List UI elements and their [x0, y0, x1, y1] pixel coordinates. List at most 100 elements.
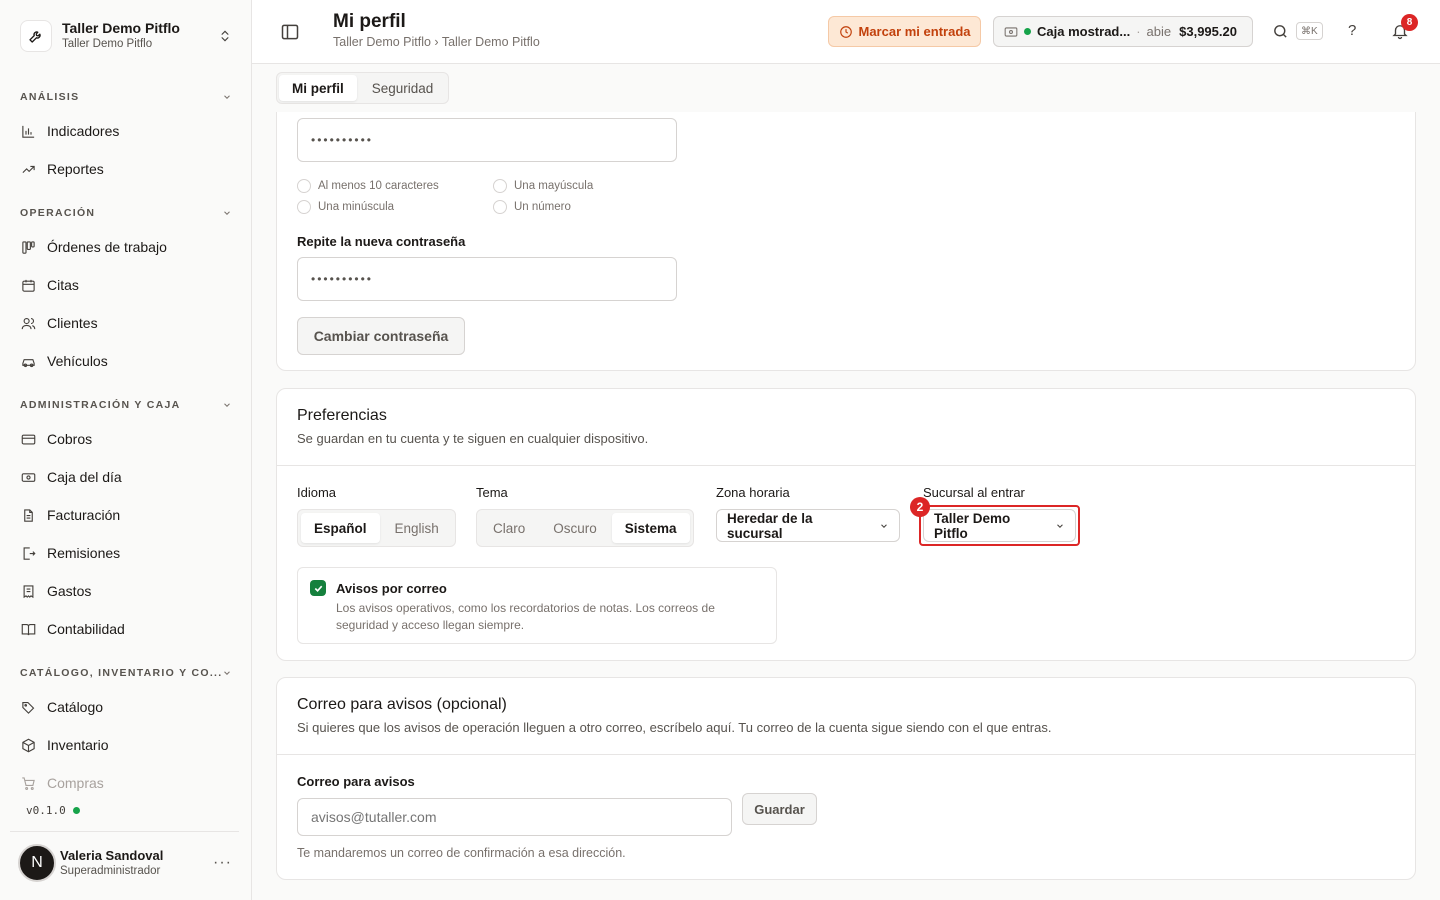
clock-in-button[interactable]: Marcar mi entrada [828, 16, 981, 47]
status-dot [72, 807, 80, 814]
org-name: Taller Demo Pitflo [62, 20, 180, 36]
tab-seguridad[interactable]: Seguridad [359, 75, 447, 101]
language-option-es[interactable]: Español [301, 513, 380, 543]
status-dot [1024, 28, 1031, 35]
sidebar-item-ordenes[interactable]: Órdenes de trabajo [10, 230, 242, 264]
search-icon[interactable] [1272, 23, 1289, 40]
section-label: ADMINISTRACIÓN Y CAJA [20, 399, 181, 411]
password-value: •••••••••• [311, 133, 374, 147]
notice-email-title: Correo para avisos (opcional) [297, 696, 507, 713]
page-title: Mi perfil [333, 11, 406, 32]
chevron-down-icon [224, 671, 230, 675]
new-password-field[interactable]: •••••••••• [297, 118, 677, 162]
preferences-card: Preferencias Se guardan en tu cuenta y t… [276, 388, 1416, 661]
sidebar-item-vehiculos[interactable]: Vehículos [10, 344, 242, 378]
repeat-password-label: Repite la nueva contraseña [297, 234, 466, 249]
org-switcher[interactable]: Taller Demo Pitflo Taller Demo Pitflo [10, 10, 242, 62]
sidebar-item-gastos[interactable]: Gastos [10, 574, 242, 608]
requirement-lowercase: Una minúscula [297, 200, 394, 214]
sidebar-item-label: Reportes [47, 161, 104, 177]
user-name: Valeria Sandoval [60, 847, 164, 863]
email-notices-description: Los avisos operativos, como los recordat… [336, 601, 715, 632]
sidebar-item-label: Órdenes de trabajo [47, 239, 167, 255]
top-bar: Mi perfil Taller Demo Pitflo › Taller De… [252, 0, 1440, 64]
language-label: Idioma [297, 485, 337, 500]
notification-badge: 8 [1401, 14, 1418, 31]
notice-email-card: Correo para avisos (opcional) Si quieres… [276, 677, 1416, 880]
sidebar-toggle-icon[interactable] [280, 22, 300, 42]
sidebar-item-label: Gastos [47, 583, 92, 599]
calendar-icon [20, 277, 36, 293]
cash-icon [20, 469, 36, 485]
sidebar-item-indicadores[interactable]: Indicadores [10, 114, 242, 148]
notice-email-hint: Te mandaremos un correo de confirmación … [297, 846, 626, 860]
bar-chart-icon [20, 123, 36, 139]
section-operacion[interactable]: OPERACIÓN [20, 205, 232, 221]
sidebar-item-label: Citas [47, 277, 79, 293]
email-notices-checkbox[interactable] [310, 580, 326, 596]
book-icon [20, 621, 36, 637]
check-circle-icon [297, 200, 311, 214]
more-icon[interactable]: ··· [213, 854, 232, 872]
cart-icon [20, 775, 36, 791]
chevron-down-icon [224, 95, 230, 99]
check-icon [314, 585, 322, 592]
theme-label: Tema [476, 485, 508, 500]
user-menu[interactable]: N Valeria Sandoval Superadministrador ··… [18, 842, 242, 884]
sidebar-item-cobros[interactable]: Cobros [10, 422, 242, 456]
cash-register-selector[interactable]: Caja mostrad... · abie $3,995.20 [993, 16, 1253, 47]
sidebar-item-clientes[interactable]: Clientes [10, 306, 242, 340]
theme-option-light[interactable]: Claro [480, 513, 538, 543]
save-button[interactable]: Guardar [742, 793, 817, 825]
search-shortcut: ⌘K [1296, 22, 1323, 40]
sidebar-item-compras[interactable]: Compras [10, 766, 242, 800]
requirement-label: Al menos 10 caracteres [318, 180, 439, 192]
section-analisis[interactable]: ANÁLISIS [20, 89, 232, 105]
sidebar-item-inventario[interactable]: Inventario [10, 728, 242, 762]
org-subtitle: Taller Demo Pitflo [62, 38, 153, 50]
sidebar-item-caja[interactable]: Caja del día [10, 460, 242, 494]
section-administracion[interactable]: ADMINISTRACIÓN Y CAJA [20, 397, 232, 413]
credit-card-icon [20, 431, 36, 447]
sidebar-item-catalogo[interactable]: Catálogo [10, 690, 242, 724]
branch-select[interactable]: Taller Demo Pitflo [923, 509, 1076, 542]
requirement-length: Al menos 10 caracteres [297, 179, 439, 193]
sidebar-item-contabilidad[interactable]: Contabilidad [10, 612, 242, 646]
theme-option-system[interactable]: Sistema [611, 513, 690, 543]
help-icon[interactable]: ? [1348, 22, 1356, 39]
check-circle-icon [297, 179, 311, 193]
sidebar-item-remisiones[interactable]: Remisiones [10, 536, 242, 570]
main-content: •••••••••• Al menos 10 caracteres Una ma… [252, 112, 1440, 900]
kanban-icon [20, 239, 36, 255]
preferences-subtitle: Se guardan en tu cuenta y te siguen en c… [297, 431, 649, 446]
change-password-button[interactable]: Cambiar contraseña [297, 317, 465, 355]
sidebar-item-label: Inventario [47, 737, 109, 753]
theme-option-dark[interactable]: Oscuro [540, 513, 610, 543]
timezone-select[interactable]: Heredar de la sucursal [716, 509, 900, 542]
sidebar-item-label: Contabilidad [47, 621, 125, 637]
check-circle-icon [493, 179, 507, 193]
chevron-down-icon [224, 211, 230, 215]
sidebar-item-label: Indicadores [47, 123, 120, 139]
app-version: v0.1.0 [26, 804, 80, 817]
sidebar-item-facturacion[interactable]: Facturación [10, 498, 242, 532]
section-catalogo[interactable]: CATÁLOGO, INVENTARIO Y CO... [20, 665, 232, 681]
box-icon [20, 737, 36, 753]
avatar: N [18, 844, 56, 882]
notice-email-label: Correo para avisos [297, 774, 415, 789]
sidebar-item-label: Clientes [47, 315, 98, 331]
file-export-icon [20, 545, 36, 561]
repeat-password-field[interactable]: •••••••••• [297, 257, 677, 301]
timezone-label: Zona horaria [716, 485, 790, 500]
preferences-title: Preferencias [297, 407, 387, 424]
receipt-icon [20, 583, 36, 599]
sidebar-item-reportes[interactable]: Reportes [10, 152, 242, 186]
sidebar-item-citas[interactable]: Citas [10, 268, 242, 302]
notice-email-input[interactable] [297, 798, 732, 836]
tab-mi-perfil[interactable]: Mi perfil [279, 75, 357, 101]
chevron-down-icon [881, 523, 887, 528]
password-card: •••••••••• Al menos 10 caracteres Una ma… [276, 112, 1416, 371]
language-option-en[interactable]: English [382, 513, 452, 543]
tags-icon [20, 699, 36, 715]
sidebar-item-label: Facturación [47, 507, 121, 523]
